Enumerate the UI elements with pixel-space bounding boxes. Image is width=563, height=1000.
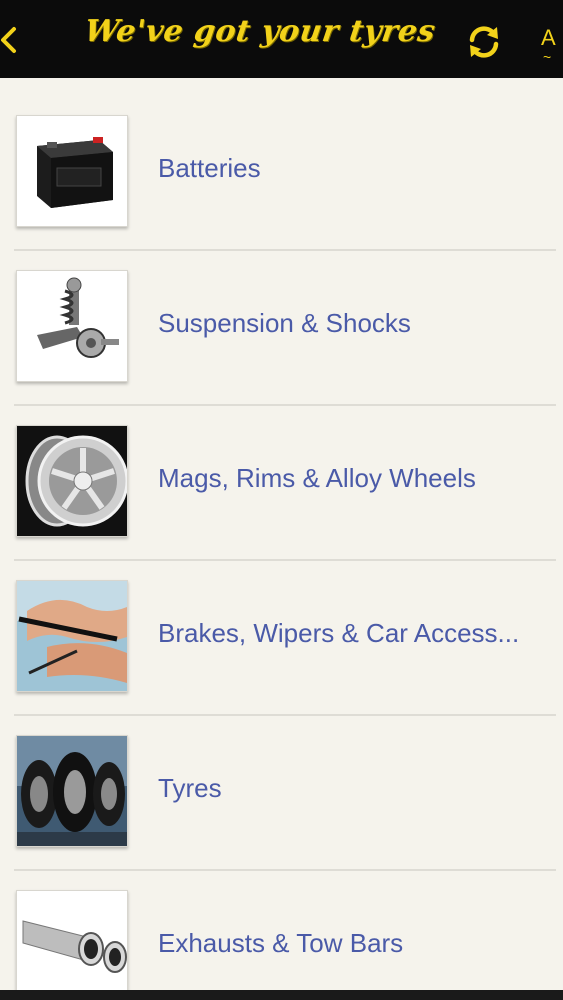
category-item-batteries[interactable]: Batteries bbox=[0, 78, 563, 251]
thumbnail-wheels bbox=[16, 425, 128, 537]
wiper-image bbox=[17, 581, 127, 691]
category-label: Suspension & Shocks bbox=[158, 308, 411, 338]
thumbnail-batteries bbox=[16, 115, 128, 227]
category-item-wheels[interactable]: Mags, Rims & Alloy Wheels bbox=[0, 388, 563, 561]
bottom-edge bbox=[0, 990, 563, 1000]
category-item-tyres[interactable]: Tyres bbox=[0, 698, 563, 871]
category-label: Mags, Rims & Alloy Wheels bbox=[158, 463, 476, 493]
overflow-action-label: A bbox=[541, 25, 556, 50]
refresh-icon bbox=[469, 26, 499, 58]
category-item-exhausts[interactable]: Exhausts & Tow Bars bbox=[0, 853, 563, 990]
thumbnail-brakes-wipers bbox=[16, 580, 128, 692]
category-label: Batteries bbox=[158, 153, 261, 183]
car-battery-image bbox=[17, 116, 127, 226]
app-title: We've got your tyres bbox=[82, 14, 438, 49]
app-header: We've got your tyres A ~ bbox=[0, 0, 563, 78]
tilde-glyph: ~ bbox=[543, 49, 552, 64]
category-label: Brakes, Wipers & Car Access... bbox=[158, 618, 520, 648]
category-label: Exhausts & Tow Bars bbox=[158, 928, 404, 958]
alloy-wheel-image bbox=[17, 426, 127, 536]
exhaust-image bbox=[17, 891, 127, 990]
refresh-button[interactable] bbox=[464, 22, 504, 62]
category-item-brakes-wipers[interactable]: Brakes, Wipers & Car Access... bbox=[0, 543, 563, 716]
thumbnail-tyres bbox=[16, 735, 128, 847]
overflow-action-button[interactable]: A ~ bbox=[541, 24, 563, 64]
thumbnail-exhausts bbox=[16, 890, 128, 990]
back-button[interactable] bbox=[0, 18, 26, 62]
category-item-suspension[interactable]: Suspension & Shocks bbox=[0, 233, 563, 406]
tyres-image bbox=[17, 736, 127, 846]
category-label: Tyres bbox=[158, 773, 222, 803]
thumbnail-suspension bbox=[16, 270, 128, 382]
chevron-left-icon bbox=[1, 27, 16, 53]
suspension-image bbox=[17, 271, 127, 381]
category-list: Batteries Suspension & Shocks Mags, Rims… bbox=[0, 78, 563, 990]
